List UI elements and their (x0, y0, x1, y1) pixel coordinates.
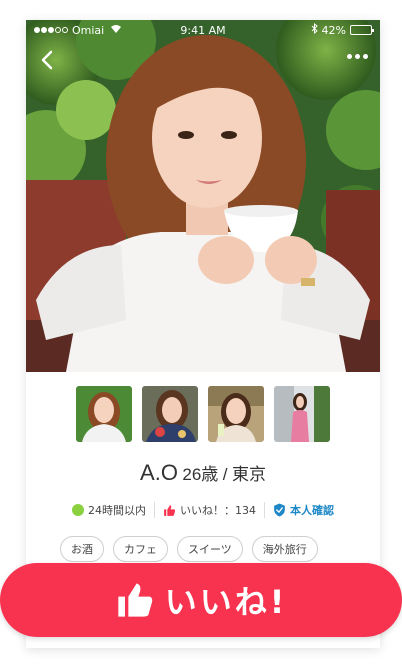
interest-tag[interactable]: カフェ (113, 536, 168, 562)
signal-strength-icon (34, 27, 68, 33)
interest-tags: お酒 カフェ スイーツ 海外旅行 (60, 536, 318, 562)
likes-stat: いいね！：134 (154, 502, 264, 518)
photo-thumbnail-1[interactable] (76, 386, 132, 442)
profile-age: 26歳 (182, 465, 219, 484)
more-options-button[interactable] (347, 54, 368, 59)
carrier-name: Omiai (72, 23, 105, 37)
main-photo-illustration (26, 20, 380, 372)
bluetooth-icon (311, 22, 318, 37)
like-button-label: いいね! (164, 583, 288, 621)
photo-thumbnail-3[interactable] (208, 386, 264, 442)
online-status-icon (72, 504, 84, 516)
back-icon (41, 50, 53, 70)
thumbs-up-icon (118, 583, 152, 617)
profile-location: 東京 (231, 465, 266, 484)
wifi-icon (110, 24, 122, 37)
last-login-stat: 24時間以内 (64, 502, 154, 518)
phone-screen: Omiai 9:41 AM 42% A.O 26歳 / 東京 24時間以内 いい… (26, 20, 380, 648)
verified-stat: 本人確認 (264, 502, 342, 518)
interest-tag[interactable]: 海外旅行 (251, 536, 318, 562)
last-login-text: 24時間以内 (88, 504, 146, 517)
interest-tag[interactable]: お酒 (60, 536, 104, 562)
like-button[interactable]: いいね! (0, 563, 402, 637)
photo-thumbnail-2[interactable] (142, 386, 198, 442)
photo-thumbnails (76, 386, 330, 442)
profile-name: A.O (140, 460, 178, 485)
profile-main-photo[interactable] (26, 20, 380, 372)
profile-name-row: A.O 26歳 / 東京 (26, 460, 380, 486)
battery-percent: 42% (321, 23, 346, 37)
back-button[interactable] (36, 48, 60, 72)
interest-tag[interactable]: スイーツ (177, 536, 243, 562)
more-icon (347, 54, 352, 59)
verified-text: 本人確認 (290, 504, 334, 517)
photo-thumbnail-4[interactable] (274, 386, 330, 442)
verified-shield-icon (274, 503, 285, 517)
profile-stats: 24時間以内 いいね！：134 本人確認 (26, 502, 380, 518)
battery-icon (350, 25, 374, 35)
name-separator: / (222, 465, 228, 484)
thumbs-up-icon (164, 504, 176, 516)
likes-count-text: いいね！：134 (180, 504, 256, 517)
status-bar: Omiai 9:41 AM 42% (26, 20, 380, 40)
